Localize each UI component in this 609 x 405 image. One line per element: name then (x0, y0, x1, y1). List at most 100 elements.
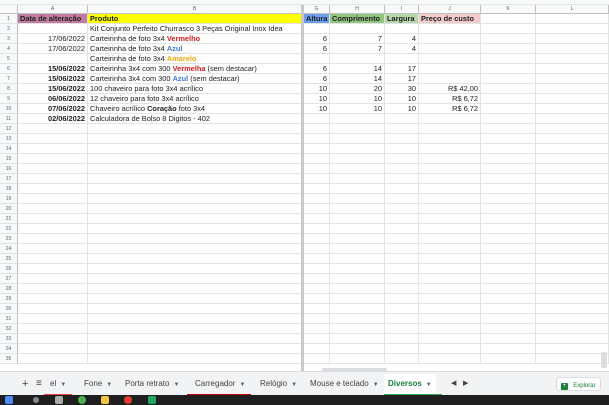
cell-j[interactable] (419, 64, 481, 74)
cell[interactable] (330, 344, 385, 354)
cell-date[interactable] (18, 24, 88, 34)
cell[interactable] (18, 224, 88, 234)
cell[interactable] (18, 264, 88, 274)
cell[interactable] (536, 124, 609, 134)
cell[interactable] (419, 154, 481, 164)
cell[interactable] (536, 354, 609, 364)
cell[interactable] (304, 324, 330, 334)
cell[interactable] (385, 334, 419, 344)
cell[interactable] (304, 184, 330, 194)
cell[interactable] (419, 164, 481, 174)
cell[interactable] (481, 14, 536, 24)
cell[interactable] (304, 134, 330, 144)
row-number[interactable]: 30 (0, 304, 18, 314)
cell[interactable] (481, 134, 536, 144)
cell-produto[interactable]: Calculadora de Bolso 8 Digitos - 402 (88, 114, 302, 124)
cell[interactable] (304, 334, 330, 344)
windows-start-icon[interactable] (5, 396, 13, 404)
cell[interactable] (18, 244, 88, 254)
tab-carregador[interactable]: Carregador ▼ (191, 376, 249, 392)
cell[interactable] (419, 324, 481, 334)
cell[interactable] (385, 244, 419, 254)
row-number[interactable]: 33 (0, 334, 18, 344)
cell[interactable] (88, 184, 302, 194)
row-number[interactable]: 3 (0, 34, 18, 44)
cell[interactable] (88, 154, 302, 164)
row-number[interactable]: 18 (0, 184, 18, 194)
cell[interactable] (536, 344, 609, 354)
cell[interactable] (481, 164, 536, 174)
cell[interactable] (88, 324, 302, 334)
cell-h[interactable]: 14 (330, 74, 385, 84)
cell[interactable] (88, 214, 302, 224)
cell-i[interactable]: 10 (385, 94, 419, 104)
col-header-g[interactable]: G (304, 5, 330, 14)
cell[interactable] (481, 174, 536, 184)
cell[interactable] (304, 274, 330, 284)
cell[interactable] (304, 144, 330, 154)
cell[interactable] (304, 224, 330, 234)
cell[interactable] (304, 164, 330, 174)
cell[interactable] (304, 304, 330, 314)
cell[interactable] (18, 124, 88, 134)
tab-mouse-e-teclado[interactable]: Mouse e teclado ▼ (306, 376, 383, 392)
cell[interactable] (330, 184, 385, 194)
cell[interactable] (330, 314, 385, 324)
header-comprimento[interactable]: Comprimento (330, 14, 385, 24)
cell[interactable] (536, 264, 609, 274)
cell-produto[interactable]: Carteirinha 3x4 com 300 Azul (sem destac… (88, 74, 302, 84)
cell[interactable] (304, 124, 330, 134)
cell[interactable] (88, 354, 302, 364)
excel-icon[interactable] (148, 396, 156, 404)
cell-date[interactable]: 02/06/2022 (18, 114, 88, 124)
cell[interactable] (385, 134, 419, 144)
browser-icon[interactable] (124, 396, 132, 404)
cell[interactable] (18, 284, 88, 294)
cell[interactable] (88, 304, 302, 314)
cell[interactable] (385, 174, 419, 184)
cell[interactable] (385, 124, 419, 134)
cell[interactable] (536, 294, 609, 304)
cell-date[interactable]: 15/06/2022 (18, 64, 88, 74)
select-all-corner[interactable] (0, 5, 18, 14)
row-number[interactable]: 8 (0, 84, 18, 94)
row-number[interactable]: 31 (0, 314, 18, 324)
cell-g[interactable]: 6 (304, 64, 330, 74)
cell[interactable] (481, 244, 536, 254)
cell[interactable] (536, 254, 609, 264)
cell-g[interactable] (304, 114, 330, 124)
col-header-h[interactable]: H (330, 5, 385, 14)
cell[interactable] (18, 314, 88, 324)
cell[interactable] (330, 254, 385, 264)
row-number[interactable]: 6 (0, 64, 18, 74)
cell-j[interactable] (419, 54, 481, 64)
cell[interactable] (536, 244, 609, 254)
cell-produto[interactable]: 12 chaveiro para foto 3x4 acrílico (88, 94, 302, 104)
tab-diversos[interactable]: Diversos ▼ (384, 374, 436, 394)
cell[interactable] (18, 134, 88, 144)
cell[interactable] (481, 124, 536, 134)
cell[interactable] (330, 304, 385, 314)
cell[interactable] (385, 204, 419, 214)
col-header-a[interactable]: A (18, 5, 88, 14)
tab-porta-retrato[interactable]: Porta retrato ▼ (121, 376, 183, 392)
cell-date[interactable]: 15/06/2022 (18, 84, 88, 94)
cell[interactable] (481, 24, 536, 34)
cell[interactable] (419, 304, 481, 314)
cell-date[interactable]: 17/06/2022 (18, 34, 88, 44)
cell[interactable] (330, 264, 385, 274)
cell[interactable] (330, 154, 385, 164)
cell-i[interactable]: 17 (385, 74, 419, 84)
cell[interactable] (536, 214, 609, 224)
cell[interactable] (18, 164, 88, 174)
cell[interactable] (385, 154, 419, 164)
cell[interactable] (304, 244, 330, 254)
row-number[interactable]: 5 (0, 54, 18, 64)
cell[interactable] (481, 94, 536, 104)
cell[interactable] (18, 184, 88, 194)
cell[interactable] (419, 214, 481, 224)
cell[interactable] (18, 174, 88, 184)
cell[interactable] (88, 244, 302, 254)
cell[interactable] (419, 344, 481, 354)
cell[interactable] (18, 144, 88, 154)
